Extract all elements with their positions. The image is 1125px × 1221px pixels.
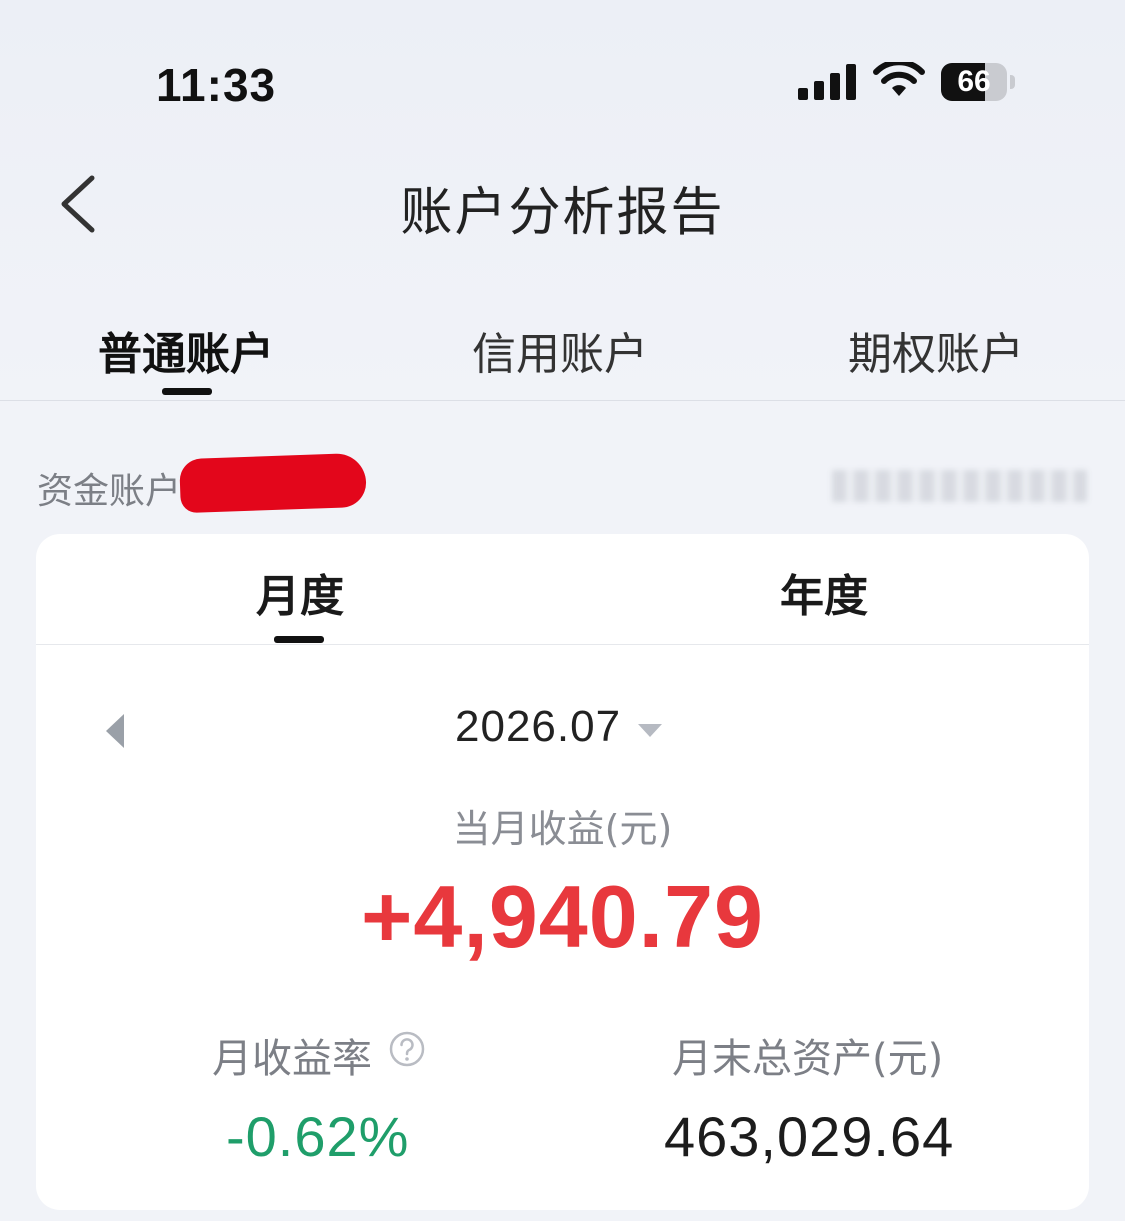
- caret-down-icon[interactable]: [638, 724, 662, 738]
- battery-level: 66: [957, 65, 991, 98]
- tab-normal-account[interactable]: 普通账户: [56, 318, 316, 382]
- status-bar: 11:33 66: [0, 0, 1125, 140]
- wifi-icon: [873, 62, 925, 96]
- period-tab-indicator: [274, 636, 324, 643]
- active-tab-indicator: [162, 388, 212, 395]
- tab-options-account[interactable]: 期权账户: [806, 318, 1066, 382]
- tab-yearly[interactable]: 年度: [724, 560, 924, 624]
- monthly-income-label: 当月收益(元): [452, 807, 673, 851]
- signal-icon: [798, 64, 856, 100]
- blurred-text: [832, 470, 1087, 502]
- month-end-assets-value: 463,029.64: [664, 1105, 955, 1168]
- report-card: 月度 年度 2026.07 当月收益(元) +4,940.79 月收益率 -0.…: [36, 534, 1089, 1210]
- battery-icon: 66: [941, 63, 1015, 101]
- monthly-return-rate-label: 月收益率: [212, 1036, 372, 1082]
- page-title: 账户分析报告: [400, 183, 725, 243]
- tab-monthly[interactable]: 月度: [200, 560, 400, 624]
- tab-credit-account[interactable]: 信用账户: [430, 318, 690, 382]
- date-selector[interactable]: 2026.07: [455, 702, 621, 752]
- monthly-income-value: +4,940.79: [361, 867, 764, 966]
- period-tabs: 月度 年度: [36, 534, 1089, 645]
- help-icon[interactable]: [388, 1030, 426, 1068]
- redaction-mark: [179, 452, 367, 514]
- account-tabs: 普通账户 信用账户 期权账户: [0, 300, 1125, 401]
- month-end-assets-label: 月末总资产(元): [672, 1036, 944, 1082]
- previous-month-icon[interactable]: [104, 712, 126, 750]
- status-time: 11:33: [156, 59, 277, 111]
- monthly-return-rate-value: -0.62%: [226, 1105, 410, 1168]
